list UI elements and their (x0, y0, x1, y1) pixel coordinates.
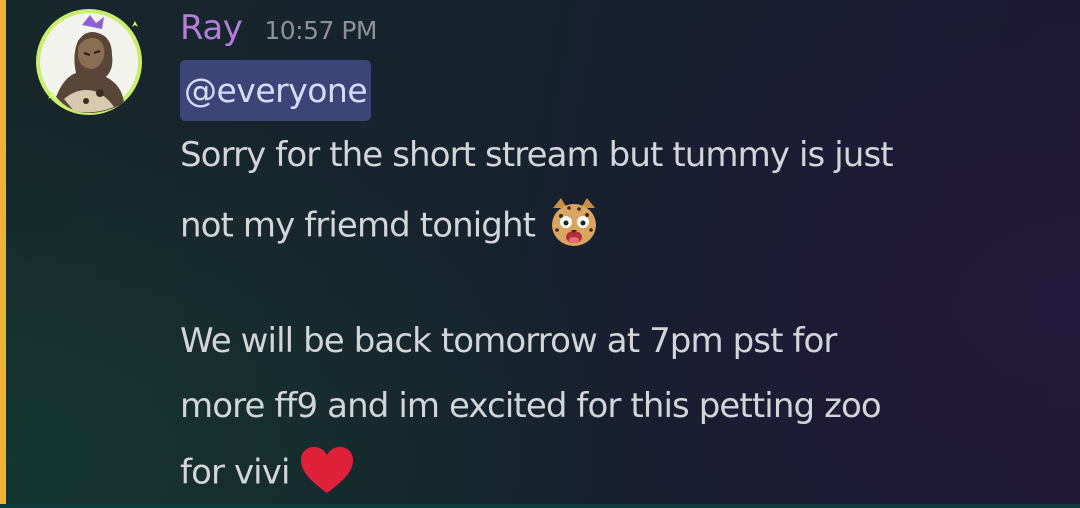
avatar-image (36, 9, 142, 115)
red-heart-emoji[interactable] (299, 445, 355, 495)
cheetah-face-icon (551, 198, 596, 246)
message-line: not my friemd tonight (180, 198, 603, 256)
message-header: Ray 10:57 PM (180, 8, 377, 58)
message-line: We will be back tomorrow at 7pm pst for (180, 321, 837, 361)
cheetah-face-emoji[interactable] (545, 194, 603, 252)
discord-message-view: { "message": { "author": "Ray", "timesta… (0, 0, 1080, 508)
bottom-divider (0, 504, 1080, 508)
message-line: more ff9 and im excited for this petting… (180, 386, 882, 426)
heart-icon (301, 447, 354, 493)
message-line-text: not my friemd tonight (180, 205, 536, 246)
message-line-text: for vivi (180, 452, 290, 493)
message-line: Sorry for the short stream but tummy is … (180, 135, 894, 175)
message-line: for vivi (180, 447, 355, 499)
everyone-mention[interactable]: @everyone (180, 60, 372, 121)
mention-highlight-bar (0, 0, 6, 508)
avatar[interactable] (34, 7, 144, 117)
username[interactable]: Ray (180, 8, 243, 48)
timestamp[interactable]: 10:57 PM (264, 16, 377, 45)
